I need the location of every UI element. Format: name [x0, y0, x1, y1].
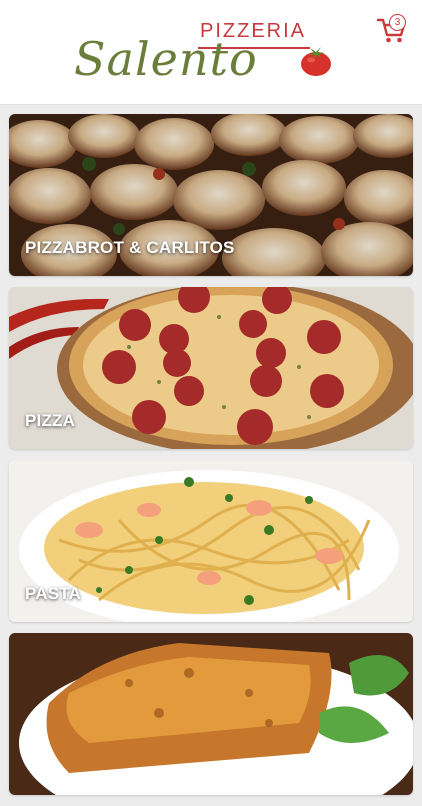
category-card-pasta[interactable]: PASTA [9, 460, 413, 622]
category-card-pizza[interactable]: PIZZA [9, 287, 413, 449]
lasagne-photo [9, 633, 413, 795]
app-header: PIZZERIA Salento 3 [0, 0, 422, 105]
category-list: PIZZABROT & CARLITOS PIZZA PASTA [9, 114, 413, 806]
category-label: PASTA [25, 584, 82, 603]
cart-count-badge: 3 [389, 14, 406, 31]
tomato-icon [301, 47, 331, 76]
category-card-lasagne[interactable] [9, 633, 413, 795]
category-label: PIZZABROT & CARLITOS [25, 238, 235, 257]
pizzeria-logo[interactable]: PIZZERIA Salento [70, 10, 350, 94]
category-card-pizzabrot[interactable]: PIZZABROT & CARLITOS [9, 114, 413, 276]
category-label: PIZZA [25, 411, 76, 430]
logo-script-text: Salento [74, 32, 258, 86]
